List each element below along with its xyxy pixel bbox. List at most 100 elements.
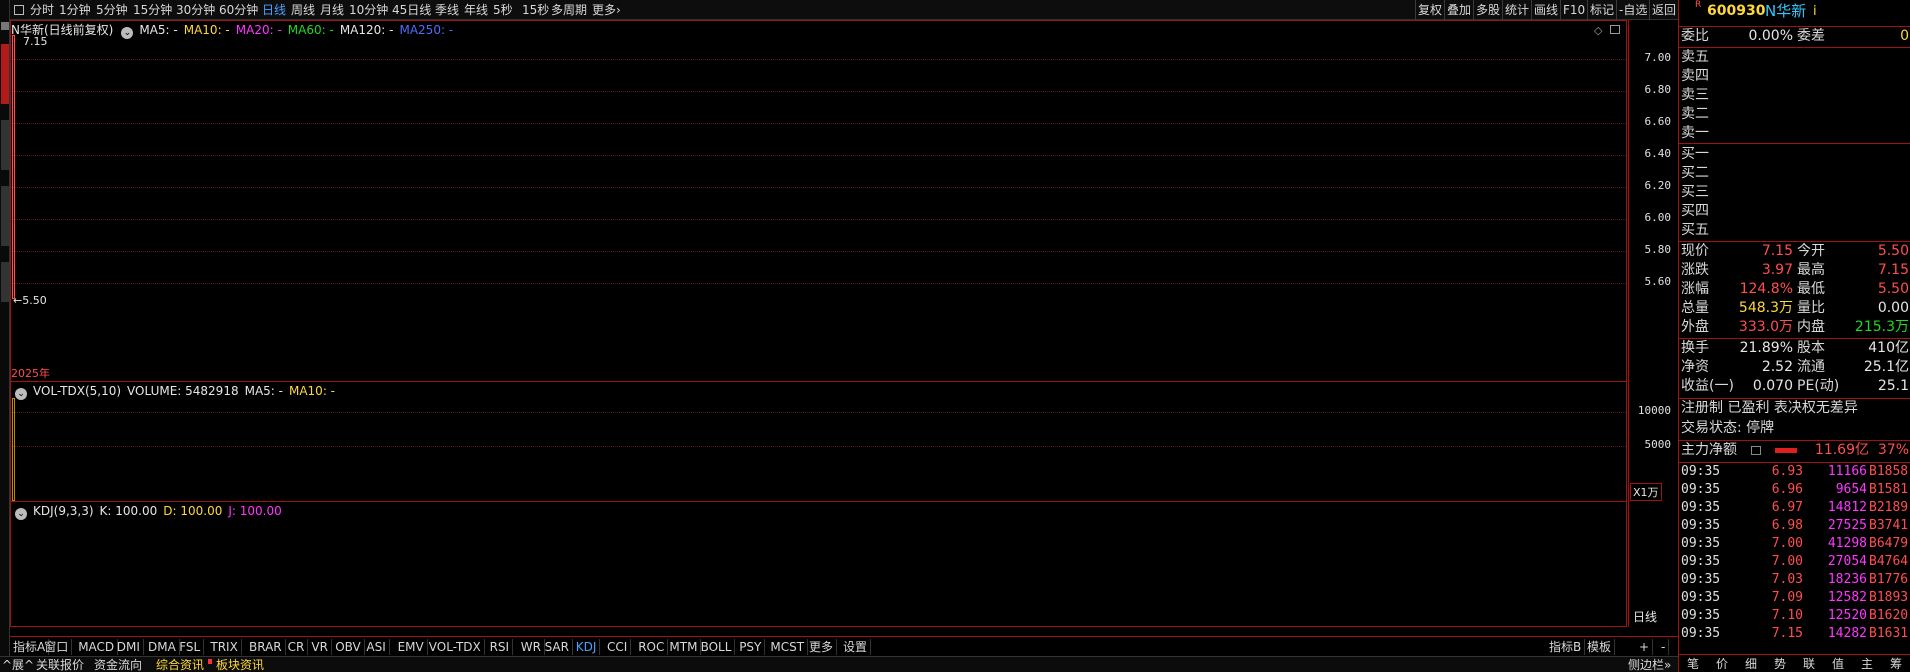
detail-tab[interactable]: 笔	[1687, 657, 1699, 671]
period-tab[interactable]: 周线	[291, 3, 315, 17]
candlestick[interactable]	[12, 35, 15, 299]
toolbar-button[interactable]: F10	[1560, 0, 1587, 20]
info-tab[interactable]: ^展^	[2, 658, 34, 672]
period-tab[interactable]: 45日线	[392, 3, 431, 17]
indicator-right-button[interactable]: 指标B	[1546, 639, 1586, 655]
calendar-icon[interactable]	[1751, 446, 1761, 455]
detail-tab[interactable]: 筹	[1890, 657, 1902, 671]
indicator-tab[interactable]: SAR	[542, 639, 573, 655]
toolbar-button[interactable]: -自选	[1616, 0, 1649, 20]
indicator-tab[interactable]: 设置	[840, 639, 872, 655]
stat-row: 收益(一) 0.070 PE(动) 25.1	[1679, 377, 1910, 396]
indicator-tab[interactable]: FSL	[176, 639, 205, 655]
indicator-tab[interactable]: ASI	[363, 639, 390, 655]
indicator-tab[interactable]: RSI	[487, 639, 514, 655]
indicator-tab[interactable]: DMI	[114, 639, 144, 655]
info-tab[interactable]: 关联报价	[36, 658, 84, 672]
indicator-tab[interactable]: 窗口	[41, 639, 73, 655]
period-tab[interactable]: 月线	[320, 3, 344, 17]
strip-active-tab[interactable]	[1, 44, 9, 104]
detail-tab[interactable]: 主	[1861, 657, 1873, 671]
indicator-tab[interactable]: CCI	[604, 639, 632, 655]
tick-row: 09:35 6.97 14812 B2189	[1679, 499, 1910, 517]
indicator-tab[interactable]: MTM	[666, 639, 702, 655]
toolbar-button[interactable]: 返回	[1649, 0, 1678, 20]
left-vertical-tab-strip[interactable]	[0, 0, 10, 658]
collapse-panel-icon[interactable]	[14, 5, 24, 15]
buy-level-label: 买三	[1681, 184, 1709, 200]
chevron-down-icon[interactable]: ⌄	[15, 508, 27, 520]
period-tab[interactable]: 5秒	[493, 3, 513, 17]
strip-tab[interactable]	[1, 186, 9, 246]
side-bar-toggle[interactable]: 侧边栏»	[1628, 658, 1671, 672]
vol-ma10: MA10: -	[288, 384, 336, 398]
indicator-tab[interactable]: MCST	[767, 639, 809, 655]
indicator-tab[interactable]: CR	[285, 639, 309, 655]
indicator-tab[interactable]: ROC	[635, 639, 669, 655]
toolbar-button[interactable]: 画线	[1531, 0, 1560, 20]
volume-chart-pane[interactable]: ⌄ VOL-TDX(5,10) VOLUME: 5482918 MA5: - MA10:…	[10, 381, 1627, 502]
period-tab[interactable]: 季线	[435, 3, 459, 17]
grid-line	[11, 446, 1626, 447]
info-tab[interactable]: 综合资讯	[156, 658, 204, 672]
chevron-right-icon[interactable]: ›	[616, 3, 621, 17]
strip-tab[interactable]	[1, 120, 9, 170]
period-tab[interactable]: 10分钟	[349, 3, 388, 17]
stock-name[interactable]: N华新	[1765, 2, 1806, 21]
indicator-tab[interactable]: VOL-TDX	[426, 639, 485, 655]
info-icon[interactable]: i	[1813, 2, 1817, 21]
indicator-tab[interactable]: KDJ	[573, 639, 601, 655]
detail-tab[interactable]: 值	[1832, 657, 1844, 671]
period-tab[interactable]: 日线	[262, 3, 286, 17]
diamond-icon[interactable]: ◇	[1594, 24, 1602, 37]
window-icon[interactable]	[1610, 25, 1620, 34]
indicator-tab[interactable]: VR	[308, 639, 332, 655]
tick-trades: B1858	[1869, 464, 1909, 479]
period-tab[interactable]: 60分钟	[219, 3, 258, 17]
kdj-chart-pane[interactable]: ⌄ KDJ(9,3,3) K: 100.00 D: 100.00 J: 100.00	[10, 501, 1627, 627]
strip-handle[interactable]	[1, 22, 9, 30]
toolbar-button[interactable]: 统计	[1502, 0, 1531, 20]
period-tab[interactable]: 15秒	[522, 3, 549, 17]
period-tab[interactable]: 更多	[592, 3, 616, 17]
period-tab[interactable]: 1分钟	[59, 3, 91, 17]
vol-ma5: MA5: -	[244, 384, 283, 398]
info-tab[interactable]: 资金流向	[94, 658, 142, 672]
indicator-tab[interactable]: BRAR	[246, 639, 286, 655]
indicator-tab[interactable]: MACD	[75, 639, 119, 655]
period-tab[interactable]: 30分钟	[176, 3, 215, 17]
period-tab[interactable]: 分时	[30, 3, 54, 17]
toolbar-button[interactable]: 叠加	[1444, 0, 1473, 20]
indicator-right-button[interactable]: -	[1658, 639, 1670, 655]
toolbar-button[interactable]: 标记	[1587, 0, 1616, 20]
indicator-tab[interactable]: 更多	[806, 639, 838, 655]
detail-tab[interactable]: 势	[1774, 657, 1786, 671]
indicator-tab[interactable]: DMA	[145, 639, 180, 655]
period-tab[interactable]: 年线	[464, 3, 488, 17]
indicator-tab[interactable]: TRIX	[207, 639, 242, 655]
stat-value: 2.52	[1761, 359, 1793, 375]
detail-tab[interactable]: 细	[1745, 657, 1757, 671]
volume-bar[interactable]	[12, 398, 15, 501]
indicator-right-button[interactable]: 模板	[1584, 639, 1616, 655]
indicator-right-button[interactable]: +	[1636, 639, 1654, 655]
toolbar-button[interactable]: 多股	[1473, 0, 1502, 20]
period-tab[interactable]: 15分钟	[133, 3, 172, 17]
detail-tab[interactable]: 联	[1803, 657, 1815, 671]
strip-tab[interactable]	[1, 262, 9, 302]
info-tab[interactable]: 板块资讯	[216, 658, 264, 672]
chevron-down-icon[interactable]: ⌄	[15, 388, 27, 400]
indicator-tab[interactable]: BOLL	[698, 639, 736, 655]
price-tick: 6.40	[1644, 147, 1672, 160]
period-tab[interactable]: 5分钟	[96, 3, 128, 17]
detail-tab[interactable]: 价	[1716, 657, 1728, 671]
grid-line	[11, 155, 1626, 156]
price-chart-pane[interactable]: N华新(日线前复权) ⌄ MA5: - MA10: - MA20: - MA60: - MA…	[10, 20, 1627, 382]
period-tab[interactable]: 多周期	[551, 3, 587, 17]
indicator-tab[interactable]: PSY	[736, 639, 766, 655]
indicator-tab[interactable]: EMV	[395, 639, 428, 655]
toolbar-button[interactable]: 复权	[1415, 0, 1444, 20]
indicator-tab[interactable]: OBV	[332, 639, 365, 655]
chevron-down-icon[interactable]: ⌄	[121, 27, 134, 39]
grid-line	[11, 219, 1626, 220]
